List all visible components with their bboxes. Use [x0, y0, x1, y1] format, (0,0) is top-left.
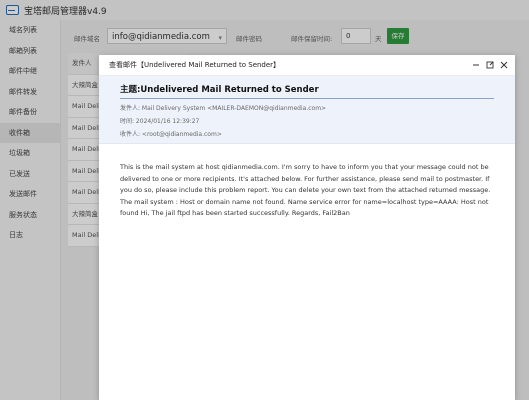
mail-to: 收件人: <root@qidianmedia.com>: [120, 131, 222, 138]
mail-time: 时间: 2024/01/16 12:39:27: [120, 118, 200, 125]
dialog-title: 查看邮件【Undelivered Mail Returned to Sender…: [109, 61, 281, 69]
dialog-window-controls: [467, 55, 509, 75]
mail-from: 发件人: Mail Delivery System <MAILER-DAEMON…: [120, 105, 327, 112]
close-icon[interactable]: [499, 60, 509, 70]
maximize-icon[interactable]: [485, 60, 495, 70]
mail-meta: 主题:Undelivered Mail Returned to Sender 发…: [99, 76, 515, 144]
mail-subject: 主题:Undelivered Mail Returned to Sender: [120, 84, 494, 99]
mail-body: This is the mail system at host qidianme…: [120, 163, 491, 217]
view-mail-dialog: 查看邮件【Undelivered Mail Returned to Sender…: [99, 55, 515, 400]
minimize-icon[interactable]: [471, 60, 481, 70]
dialog-header: 查看邮件【Undelivered Mail Returned to Sender…: [99, 55, 515, 76]
